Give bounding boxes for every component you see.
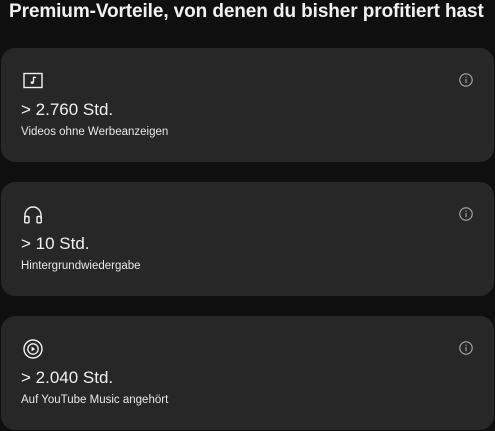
benefit-value: > 10 Std. [21, 234, 90, 253]
page-title: Premium-Vorteile, von denen du bisher pr… [9, 1, 484, 22]
info-icon[interactable] [458, 72, 474, 88]
premium-benefits-page: Premium-Vorteile, von denen du bisher pr… [0, 0, 495, 431]
benefit-card-ad-free: > 2.760 Std. Videos ohne Werbeanzeigen [1, 48, 494, 162]
benefit-label: Hintergrundwiedergabe [21, 260, 141, 272]
benefit-label: Auf YouTube Music angehört [21, 394, 169, 406]
info-icon[interactable] [458, 340, 474, 356]
info-icon[interactable] [458, 206, 474, 222]
benefit-label: Videos ohne Werbeanzeigen [21, 126, 169, 138]
benefit-card-youtube-music: > 2.040 Std. Auf YouTube Music angehört [1, 316, 494, 430]
benefit-value: > 2.040 Std. [21, 368, 114, 387]
music-video-icon [21, 69, 45, 93]
benefit-card-background-play: > 10 Std. Hintergrundwiedergabe [1, 182, 494, 296]
headphones-icon [21, 203, 45, 227]
benefit-value: > 2.760 Std. [21, 100, 114, 119]
youtube-music-icon [21, 337, 45, 361]
